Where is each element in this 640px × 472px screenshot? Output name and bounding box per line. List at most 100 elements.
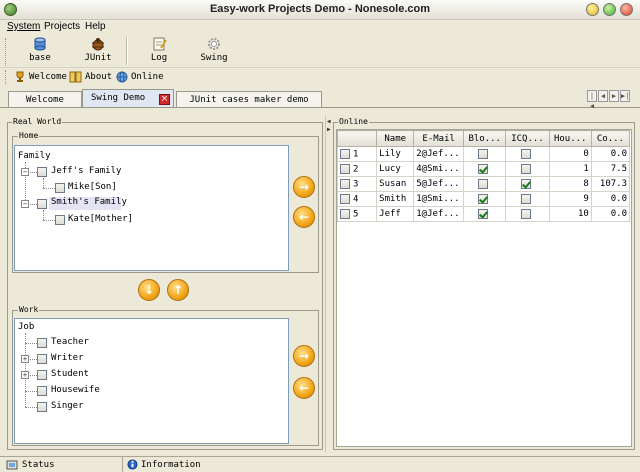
row-select-checkbox[interactable]: [340, 148, 350, 159]
cell-row-number[interactable]: 1: [336, 146, 378, 162]
tree-node-student[interactable]: Student: [51, 369, 89, 379]
cell-blog[interactable]: [463, 176, 507, 192]
checkbox-mike-son[interactable]: [55, 183, 65, 193]
cell-name[interactable]: Susan: [376, 176, 415, 192]
cell-hours[interactable]: 1: [548, 161, 592, 177]
cell-cost[interactable]: 0.0: [590, 146, 631, 162]
cell-row-number[interactable]: 2: [336, 161, 378, 177]
tree-node-housewife[interactable]: Housewife: [51, 385, 100, 395]
home-tree[interactable]: Family − Jeff's Family Mike[Son] − Smith…: [14, 145, 289, 271]
menu-system[interactable]: System: [7, 21, 40, 32]
cell-row-number[interactable]: 3: [336, 176, 378, 192]
tree-root-family[interactable]: Family: [18, 151, 51, 161]
tree-node-singer[interactable]: Singer: [51, 401, 84, 411]
column-header-email[interactable]: E-Mail: [413, 130, 465, 147]
online-table[interactable]: Name E-Mail Blo... ICQ... Hou... Co... 1…: [336, 130, 631, 222]
column-header-row-number[interactable]: [336, 130, 378, 147]
cell-icq[interactable]: [505, 161, 550, 177]
icq-checkbox[interactable]: [520, 178, 531, 189]
tab-close-icon[interactable]: ×: [159, 94, 170, 105]
tree-root-job[interactable]: Job: [18, 322, 34, 332]
checkbox-writer[interactable]: [37, 354, 47, 364]
tree-node-teacher[interactable]: Teacher: [51, 337, 89, 347]
quick-link-welcome[interactable]: Welcome: [14, 70, 67, 84]
cell-name[interactable]: Lily: [376, 146, 415, 162]
cell-hours[interactable]: 8: [548, 176, 592, 192]
tab-last-icon[interactable]: ▶|: [620, 90, 630, 102]
split-pane-divider[interactable]: ◀ ▶: [325, 116, 331, 452]
blog-checkbox[interactable]: [478, 163, 489, 174]
move-right-button[interactable]: →: [293, 176, 315, 198]
toolbar-junit-button[interactable]: JUnit: [80, 37, 116, 67]
column-header-blog[interactable]: Blo...: [463, 130, 507, 147]
tree-node-kate-mother[interactable]: Kate[Mother]: [68, 214, 133, 224]
tab-junit-cases-maker-demo[interactable]: JUnit cases maker demo: [176, 91, 322, 108]
tab-next-icon[interactable]: ▶: [609, 90, 619, 102]
table-row[interactable]: 1 Lily 2@Jef... 0 0.0: [336, 146, 631, 162]
cell-email[interactable]: 2@Jef...: [413, 146, 465, 162]
cell-icq[interactable]: [505, 206, 550, 222]
icq-checkbox[interactable]: [520, 148, 531, 159]
expand-toggle-icon[interactable]: +: [21, 371, 29, 379]
icq-checkbox[interactable]: [520, 163, 531, 174]
toolbar-log-button[interactable]: Log: [141, 37, 177, 67]
cell-hours[interactable]: 10: [548, 206, 592, 222]
blog-checkbox[interactable]: [478, 148, 489, 159]
cell-cost[interactable]: 7.5: [590, 161, 631, 177]
column-header-icq[interactable]: ICQ...: [505, 130, 550, 147]
maximize-button[interactable]: [603, 3, 616, 16]
cell-hours[interactable]: 9: [548, 191, 592, 207]
quick-link-online[interactable]: Online: [116, 70, 164, 84]
checkbox-singer[interactable]: [37, 402, 47, 412]
cell-blog[interactable]: [463, 161, 507, 177]
tree-node-mike-son[interactable]: Mike[Son]: [68, 182, 117, 192]
cell-blog[interactable]: [463, 191, 507, 207]
cell-cost[interactable]: 0.0: [590, 206, 631, 222]
table-row[interactable]: 2 Lucy 4@Smi... 1 7.5: [336, 161, 631, 177]
move-left-button[interactable]: ←: [293, 206, 315, 228]
cell-icq[interactable]: [505, 191, 550, 207]
tab-prev-icon[interactable]: ◀: [598, 90, 608, 102]
close-button[interactable]: [620, 3, 633, 16]
expand-toggle-icon[interactable]: +: [21, 355, 29, 363]
tree-node-jeffs-family[interactable]: Jeff's Family: [51, 166, 121, 176]
table-row[interactable]: 3 Susan 5@Jef... 8 107.3: [336, 176, 631, 192]
column-header-cost[interactable]: Co...: [590, 130, 631, 147]
row-select-checkbox[interactable]: [340, 208, 350, 219]
menu-help[interactable]: Help: [85, 21, 106, 32]
table-row[interactable]: 4 Smith 1@Smi... 9 0.0: [336, 191, 631, 207]
tab-welcome[interactable]: Welcome: [8, 91, 82, 108]
cell-cost[interactable]: 107.3: [590, 176, 631, 192]
collapse-right-icon[interactable]: ▶: [327, 126, 331, 133]
work-tree[interactable]: Job Teacher + Writer + Student Housewife…: [14, 318, 289, 444]
tab-swing-demo[interactable]: Swing Demo ×: [82, 89, 174, 108]
collapse-left-icon[interactable]: ◀: [327, 118, 331, 125]
cell-cost[interactable]: 0.0: [590, 191, 631, 207]
cell-hours[interactable]: 0: [548, 146, 592, 162]
checkbox-housewife[interactable]: [37, 386, 47, 396]
checkbox-student[interactable]: [37, 370, 47, 380]
work-move-left-button[interactable]: ←: [293, 377, 315, 399]
cell-email[interactable]: 1@Smi...: [413, 191, 465, 207]
table-row[interactable]: 5 Jeff 1@Jef... 10 0.0: [336, 206, 631, 222]
column-header-hours[interactable]: Hou...: [548, 130, 592, 147]
cell-blog[interactable]: [463, 146, 507, 162]
icq-checkbox[interactable]: [520, 193, 531, 204]
toolbar-base-button[interactable]: base: [22, 37, 58, 67]
cell-icq[interactable]: [505, 176, 550, 192]
checkbox-jeffs-family[interactable]: [37, 167, 47, 177]
tab-first-icon[interactable]: |◀: [587, 90, 597, 110]
cell-email[interactable]: 4@Smi...: [413, 161, 465, 177]
minimize-button[interactable]: [586, 3, 599, 16]
toolbar-swing-button[interactable]: Swing: [196, 37, 232, 67]
cell-email[interactable]: 1@Jef...: [413, 206, 465, 222]
tree-node-writer[interactable]: Writer: [51, 353, 84, 363]
checkbox-kate-mother[interactable]: [55, 215, 65, 225]
column-header-name[interactable]: Name: [376, 130, 415, 147]
cell-row-number[interactable]: 5: [336, 206, 378, 222]
row-select-checkbox[interactable]: [340, 163, 350, 174]
cell-name[interactable]: Jeff: [376, 206, 415, 222]
cell-blog[interactable]: [463, 206, 507, 222]
expand-toggle-icon[interactable]: −: [21, 168, 29, 176]
cell-name[interactable]: Smith: [376, 191, 415, 207]
